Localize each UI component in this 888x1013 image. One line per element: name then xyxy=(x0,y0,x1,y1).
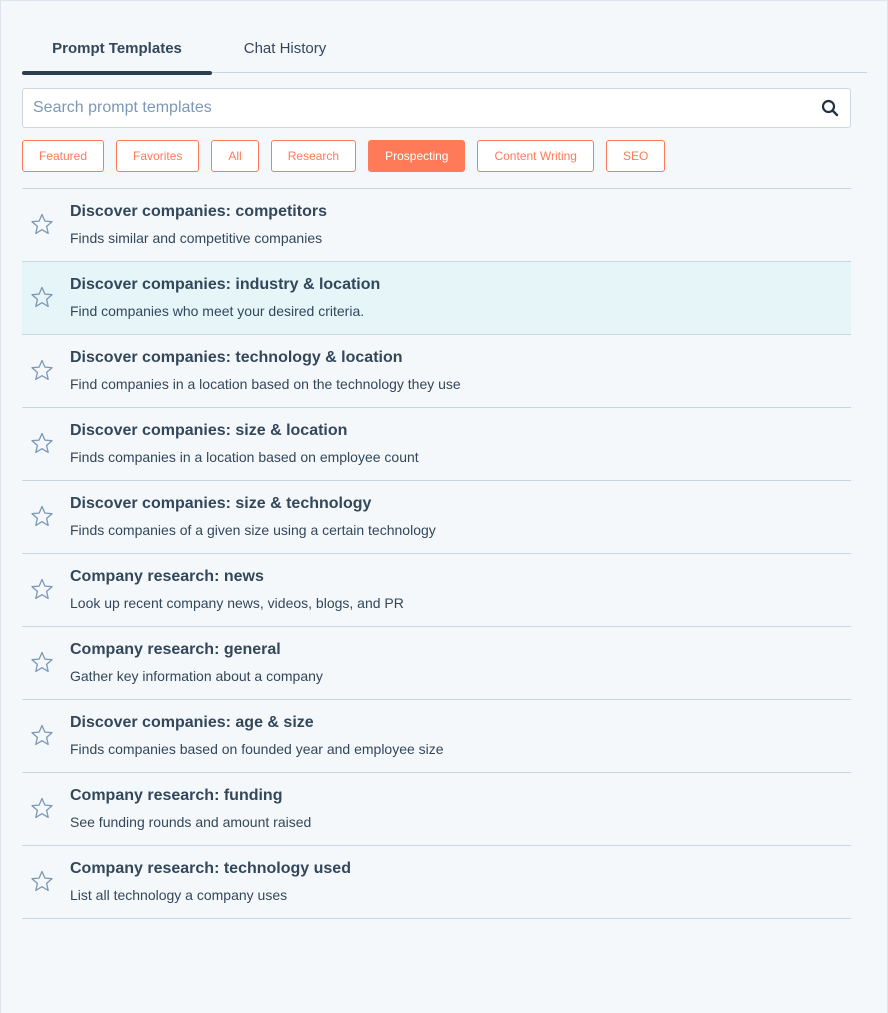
active-tab-indicator xyxy=(22,71,212,75)
filter-favorites[interactable]: Favorites xyxy=(116,140,200,172)
template-description: Finds similar and competitive companies xyxy=(70,230,323,246)
star-icon[interactable] xyxy=(30,504,54,528)
panel: Prompt Templates Chat History Featured F… xyxy=(0,0,888,1013)
search-box xyxy=(22,88,851,128)
star-icon[interactable] xyxy=(30,723,54,747)
template-title: Company research: general xyxy=(70,641,281,658)
star-icon[interactable] xyxy=(30,577,54,601)
star-icon[interactable] xyxy=(30,869,54,893)
template-description: Find companies who meet your desired cri… xyxy=(70,303,365,319)
star-icon[interactable] xyxy=(30,358,54,382)
template-description: See funding rounds and amount raised xyxy=(70,814,312,830)
template-row[interactable]: Discover companies: industry & location … xyxy=(22,262,851,335)
template-row[interactable]: Discover companies: size & location Find… xyxy=(22,408,851,481)
search-input[interactable] xyxy=(33,99,820,117)
filter-content-writing[interactable]: Content Writing xyxy=(477,140,594,172)
template-description: Gather key information about a company xyxy=(70,668,323,684)
tab-label: Prompt Templates xyxy=(52,39,182,57)
search-icon[interactable] xyxy=(820,98,840,118)
star-icon[interactable] xyxy=(30,285,54,309)
tab-prompt-templates[interactable]: Prompt Templates xyxy=(22,23,212,75)
template-row[interactable]: Discover companies: competitors Finds si… xyxy=(22,189,851,262)
template-row[interactable]: Discover companies: age & size Finds com… xyxy=(22,700,851,773)
tab-chat-history[interactable]: Chat History xyxy=(212,23,358,73)
template-description: Finds companies in a location based on e… xyxy=(70,449,419,465)
template-row[interactable]: Company research: technology used List a… xyxy=(22,846,851,919)
template-title: Company research: technology used xyxy=(70,860,351,877)
tab-bar: Prompt Templates Chat History xyxy=(22,23,867,75)
filter-featured[interactable]: Featured xyxy=(22,140,105,172)
template-row[interactable]: Discover companies: size & technology Fi… xyxy=(22,481,851,554)
template-title: Discover companies: industry & location xyxy=(70,276,381,293)
template-title: Discover companies: technology & locatio… xyxy=(70,349,403,366)
template-row[interactable]: Company research: general Gather key inf… xyxy=(22,627,851,700)
template-title: Discover companies: age & size xyxy=(70,714,314,731)
template-description: Look up recent company news, videos, blo… xyxy=(70,595,404,611)
template-description: Finds companies based on founded year an… xyxy=(70,741,444,757)
template-list: Discover companies: competitors Finds si… xyxy=(22,188,851,919)
star-icon[interactable] xyxy=(30,431,54,455)
template-row[interactable]: Discover companies: technology & locatio… xyxy=(22,335,851,408)
star-icon[interactable] xyxy=(30,650,54,674)
tab-label: Chat History xyxy=(243,39,327,57)
template-description: Finds companies of a given size using a … xyxy=(70,522,436,538)
filter-prospecting[interactable]: Prospecting xyxy=(368,140,466,172)
template-title: Company research: news xyxy=(70,568,264,585)
template-title: Discover companies: size & technology xyxy=(70,495,372,512)
filter-chips: Featured Favorites All Research Prospect… xyxy=(22,140,666,172)
filter-research[interactable]: Research xyxy=(270,140,357,172)
template-title: Company research: funding xyxy=(70,787,283,804)
template-description: List all technology a company uses xyxy=(70,887,288,903)
template-title: Discover companies: size & location xyxy=(70,422,348,439)
filter-all[interactable]: All xyxy=(211,140,259,172)
template-description: Find companies in a location based on th… xyxy=(70,376,461,392)
template-title: Discover companies: competitors xyxy=(70,203,327,220)
star-icon[interactable] xyxy=(30,796,54,820)
star-icon[interactable] xyxy=(30,212,54,236)
template-row[interactable]: Company research: funding See funding ro… xyxy=(22,773,851,846)
template-row[interactable]: Company research: news Look up recent co… xyxy=(22,554,851,627)
filter-seo[interactable]: SEO xyxy=(605,140,666,172)
